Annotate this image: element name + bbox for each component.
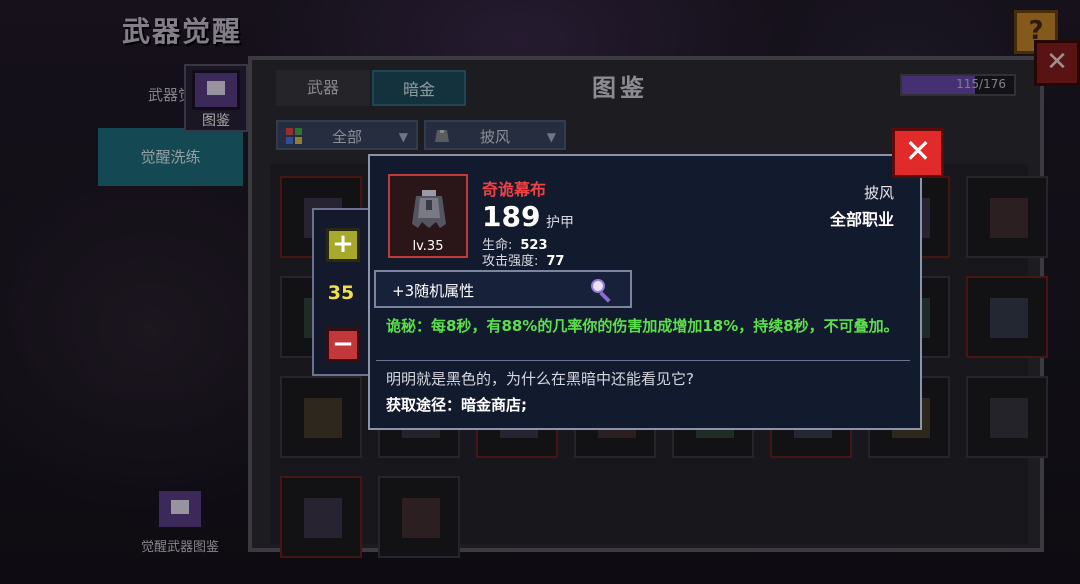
item-effect: 诡秘：每8秒，有88%的几率你的伤害加成增加18%，持续8秒，不可叠加。 [386, 317, 899, 335]
random-attribute-button[interactable]: +3随机属性 [374, 270, 632, 308]
stat-attack: 攻击强度: 77 [482, 250, 564, 269]
magic-wand-icon [591, 279, 611, 303]
item-name: 奇诡幕布 [482, 180, 547, 199]
item-obtain-source: 获取途径：暗金商店; [386, 396, 527, 414]
close-tooltip-button[interactable]: ✕ [892, 128, 944, 178]
item-icon-frame: lv.35 [388, 174, 468, 258]
random-attribute-label: +3随机属性 [392, 282, 475, 300]
decrease-level-button[interactable]: − [326, 328, 360, 362]
level-stepper: + 35 − [312, 208, 370, 376]
armor-label: 护甲 [546, 215, 574, 231]
divider [376, 360, 910, 361]
stat-attack-value: 77 [546, 254, 565, 269]
increase-level-button[interactable]: + [326, 228, 360, 262]
level-value: 35 [327, 282, 355, 304]
item-class: 全部职业 [829, 210, 894, 229]
item-level: lv.35 [412, 239, 444, 254]
stat-attack-label: 攻击强度: [482, 254, 539, 269]
item-detail-tooltip: lv.35 奇诡幕布 189 护甲 生命: 523 攻击强度: 77 披风 全部职业… [368, 154, 922, 430]
armor-value: 189 [482, 200, 541, 233]
cloak-icon [412, 190, 446, 228]
item-type: 披风 [863, 184, 894, 202]
item-flavor-text: 明明就是黑色的，为什么在黑暗中还能看见它? [386, 370, 694, 388]
